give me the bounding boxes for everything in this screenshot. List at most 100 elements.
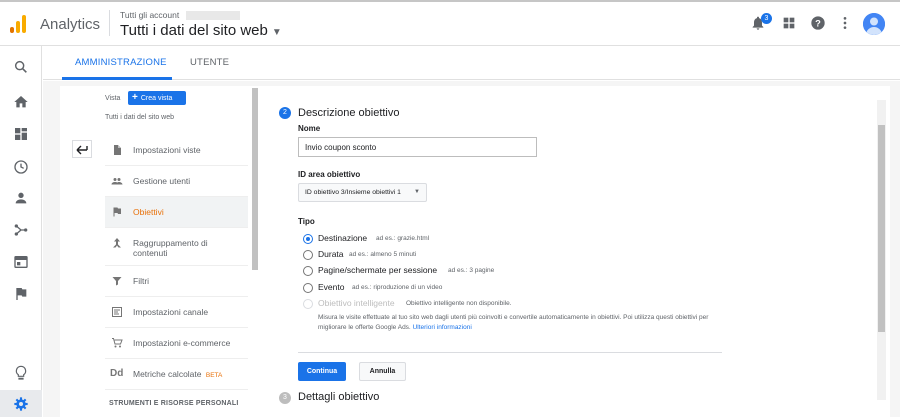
top-bar: Analytics Tutti gli account Tutti i dati… (0, 0, 900, 46)
step-3-title: Dettagli obiettivo (298, 391, 380, 403)
notification-badge: 3 (761, 13, 772, 24)
type-option-hint: Obiettivo intelligente non disponibile. (406, 299, 512, 307)
view-label: Vista (105, 95, 121, 102)
conversions-flag-icon[interactable] (13, 286, 29, 302)
type-option-label: Durata (318, 249, 344, 259)
channel-icon (112, 307, 122, 317)
people-icon (111, 178, 123, 185)
filter-icon (112, 277, 122, 286)
type-option-label: Destinazione (318, 233, 368, 243)
menu-item-ecommerce-settings[interactable]: Impostazioni e-commerce (105, 328, 248, 359)
step-2-number: 2 (279, 107, 291, 119)
personal-tools-section-header: STRUMENTI E RISORSE PERSONALI (109, 400, 239, 407)
account-breadcrumb[interactable]: Tutti gli account (120, 10, 240, 21)
create-view-button[interactable]: + Crea vista (128, 91, 186, 105)
avatar[interactable] (863, 13, 885, 35)
help-icon[interactable]: ? (810, 15, 826, 31)
view-selector[interactable]: Tutti i dati del sito web (105, 114, 174, 121)
grouping-icon (113, 238, 121, 248)
type-option-label: Pagine/schermate per sessione (318, 265, 438, 275)
chevron-down-icon: ▼ (414, 189, 420, 195)
radio-button (303, 299, 313, 309)
menu-item-label: Impostazioni e-commerce (133, 338, 231, 348)
audience-person-icon[interactable] (13, 190, 29, 206)
goal-name-input[interactable] (298, 137, 537, 157)
type-option-hint: ad es.: almeno 5 minuti (349, 250, 417, 258)
account-breadcrumb-label: Tutti gli account (120, 10, 180, 20)
goal-id-label: ID area obiettivo (298, 170, 361, 179)
active-tab-indicator (62, 77, 172, 80)
menu-item-user-management[interactable]: Gestione utenti (105, 166, 248, 197)
view-panel-scrollbar[interactable] (252, 88, 258, 270)
plus-icon: + (132, 92, 138, 103)
form-divider (298, 352, 722, 353)
acquisition-icon[interactable] (13, 222, 29, 238)
form-scrollbar-thumb[interactable] (878, 125, 885, 332)
chevron-down-icon: ▼ (271, 27, 282, 38)
tab-amministrazione[interactable]: AMMINISTRAZIONE (75, 57, 167, 68)
menu-item-channel-settings[interactable]: Impostazioni canale (105, 297, 248, 328)
continue-button[interactable]: Continua (298, 362, 346, 381)
gear-icon[interactable] (13, 396, 29, 412)
menu-item-label: Raggruppamento di contenuti (133, 238, 208, 258)
type-option-hint: ad es.: 3 pagine (448, 266, 495, 274)
step-3-number: 3 (279, 392, 291, 404)
name-label: Nome (298, 124, 321, 133)
goal-id-value: ID obiettivo 3/Insieme obiettivi 1 (305, 189, 401, 196)
radio-button[interactable] (303, 250, 313, 260)
smart-goal-description: Misura le visite effettuate al tuo sito … (318, 313, 728, 333)
flag-icon (113, 207, 121, 217)
menu-item-calculated-metrics[interactable]: Dd Metriche calcolate BETA (105, 359, 248, 390)
header-divider (109, 10, 110, 36)
menu-item-label: Impostazioni viste (133, 145, 201, 155)
menu-item-view-settings[interactable]: Impostazioni viste (105, 135, 248, 166)
cart-icon (112, 338, 123, 348)
smart-goal-description-text: Misura le visite effettuate al tuo sito … (318, 314, 709, 331)
type-option-label: Evento (318, 282, 345, 292)
search-icon[interactable] (13, 59, 29, 75)
menu-item-label: Metriche calcolate BETA (133, 369, 222, 381)
document-icon (114, 145, 121, 155)
goal-id-dropdown[interactable]: ID obiettivo 3/Insieme obiettivi 1 ▼ (298, 183, 427, 202)
behavior-icon[interactable] (13, 254, 29, 270)
more-vert-icon[interactable] (837, 15, 853, 31)
menu-item-label: Filtri (133, 276, 150, 286)
dd-icon: Dd (110, 368, 124, 379)
window-top-line (0, 0, 900, 2)
radio-button[interactable] (303, 266, 313, 276)
property-selector[interactable]: Tutti i dati del sito web ▼ (120, 22, 282, 39)
analytics-logo-icon[interactable] (10, 15, 28, 33)
lightbulb-icon[interactable] (13, 365, 29, 381)
menu-item-content-grouping[interactable]: Raggruppamento di contenuti (105, 228, 248, 266)
cancel-button[interactable]: Annulla (359, 362, 406, 381)
arrow-back-icon (76, 145, 88, 155)
tab-utente[interactable]: UTENTE (190, 57, 229, 68)
redacted-account-name (185, 11, 240, 21)
radio-button[interactable] (303, 283, 313, 293)
type-option-hint: ad es.: riproduzione di un video (352, 283, 443, 291)
type-label: Tipo (298, 217, 315, 226)
left-nav-rail (0, 46, 42, 417)
beta-badge: BETA (205, 372, 223, 379)
apps-grid-icon[interactable] (781, 15, 797, 31)
home-icon[interactable] (13, 94, 29, 110)
back-arrow-button[interactable] (72, 140, 92, 158)
admin-tabs-bar: AMMINISTRAZIONE UTENTE (43, 46, 900, 80)
dashboard-icon[interactable] (13, 126, 29, 142)
user-avatar-icon (863, 13, 885, 35)
menu-item-label: Impostazioni canale (133, 307, 209, 317)
create-view-label: Crea vista (140, 95, 173, 102)
type-option-label: Obiettivo intelligente (318, 298, 395, 308)
calculated-metrics-label: Metriche calcolate (133, 369, 202, 379)
menu-item-filters[interactable]: Filtri (105, 266, 248, 297)
step-2-title: Descrizione obiettivo (298, 107, 400, 119)
learn-more-link[interactable]: Ulteriori informazioni (413, 324, 472, 331)
menu-item-goals[interactable]: Obiettivi (105, 197, 248, 228)
radio-button[interactable] (303, 234, 313, 244)
app-name: Analytics (40, 16, 101, 33)
menu-item-label: Obiettivi (133, 207, 164, 217)
realtime-clock-icon[interactable] (13, 159, 29, 175)
property-name: Tutti i dati del sito web (120, 22, 268, 39)
svg-text:?: ? (815, 18, 821, 28)
type-option-hint: ad es.: grazie.html (376, 234, 430, 242)
